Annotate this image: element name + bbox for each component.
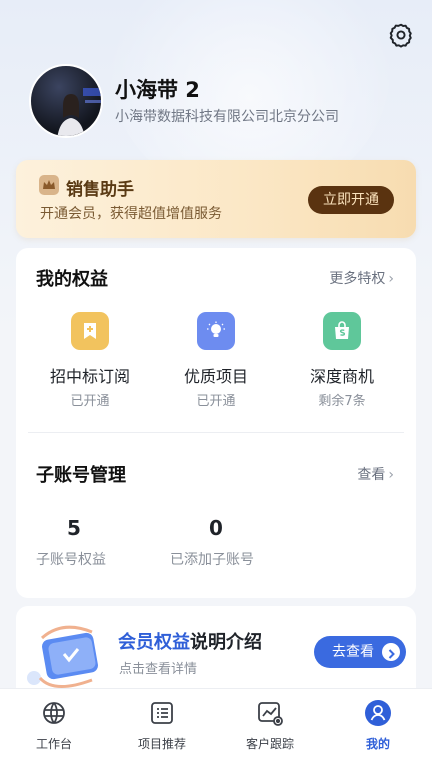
bookmark-plus-icon xyxy=(71,312,109,350)
tab-label: 项目推荐 xyxy=(137,737,186,751)
stat-value: 5 xyxy=(67,516,81,540)
stat-value: 0 xyxy=(209,516,223,540)
user-name: 小海带 2 xyxy=(115,78,200,102)
rights-card: 我的权益 更多特权 › 招中标订阅 已开通 优质项目 已开通 深度商机 剩余7条… xyxy=(16,248,416,598)
gear-icon[interactable] xyxy=(388,22,414,48)
benefit-bid-subscription[interactable]: 招中标订阅 已开通 xyxy=(25,312,155,409)
stat-added-subaccounts: 0 已添加子账号 xyxy=(170,516,262,569)
tab-label: 我的 xyxy=(365,737,390,751)
view-intro-label: 去查看 xyxy=(332,644,374,660)
view-intro-button[interactable]: 去查看 xyxy=(314,636,406,668)
user-icon xyxy=(364,699,392,727)
tab-workbench[interactable]: 工作台 xyxy=(9,699,99,752)
user-company: 小海带数据科技有限公司北京分公司 xyxy=(115,109,339,125)
benefit-deep-opportunities[interactable]: 深度商机 剩余7条 xyxy=(277,312,407,409)
membership-illustration-icon xyxy=(22,618,114,696)
more-privileges-label: 更多特权 xyxy=(329,271,386,287)
stat-subaccount-rights: 5 子账号权益 xyxy=(36,516,112,569)
tab-project-recommend[interactable]: 项目推荐 xyxy=(117,699,207,752)
benefit-status: 已开通 xyxy=(196,394,236,409)
divider xyxy=(28,432,404,433)
tab-label: 客户跟踪 xyxy=(245,737,294,751)
globe-icon xyxy=(40,699,68,727)
list-icon xyxy=(148,699,176,727)
view-label: 查看 xyxy=(357,467,386,483)
vip-title: 销售助手 xyxy=(66,180,134,200)
intro-subtitle: 点击查看详情 xyxy=(119,662,198,677)
benefit-name: 深度商机 xyxy=(309,367,374,386)
subaccount-title: 子账号管理 xyxy=(36,465,126,486)
view-subaccounts-link[interactable]: 查看 › xyxy=(357,464,394,484)
vip-card[interactable]: 销售助手 开通会员，获得超值增值服务 立即开通 xyxy=(16,160,416,238)
bottom-tab-bar: 工作台 项目推荐 客户跟踪 我的 xyxy=(0,688,432,768)
tab-label: 工作台 xyxy=(35,737,72,751)
tab-customer-tracking[interactable]: 客户跟踪 xyxy=(225,699,315,752)
rights-title: 我的权益 xyxy=(36,269,108,290)
crown-icon xyxy=(38,174,60,196)
vip-subtitle: 开通会员，获得超值增值服务 xyxy=(40,206,222,222)
intro-title: 会员权益说明介绍 xyxy=(118,628,262,654)
tab-mine[interactable]: 我的 xyxy=(333,699,423,752)
shopping-bag-icon xyxy=(323,312,361,350)
more-privileges-link[interactable]: 更多特权 › xyxy=(329,268,394,288)
stat-label: 已添加子账号 xyxy=(170,552,254,568)
intro-title-rest: 说明介绍 xyxy=(190,632,262,653)
benefit-quality-projects[interactable]: 优质项目 已开通 xyxy=(151,312,281,409)
chevron-right-icon: › xyxy=(388,271,394,287)
avatar[interactable] xyxy=(29,64,103,138)
stat-label: 子账号权益 xyxy=(36,552,106,568)
arrow-right-circle-icon xyxy=(382,643,400,661)
benefit-name: 招中标订阅 xyxy=(49,367,130,386)
open-vip-button[interactable]: 立即开通 xyxy=(308,186,394,214)
benefit-status: 已开通 xyxy=(70,394,110,409)
chart-eye-icon xyxy=(256,699,284,727)
benefit-status: 剩余7条 xyxy=(318,394,366,409)
chevron-right-icon: › xyxy=(388,467,394,483)
lightbulb-icon xyxy=(197,312,235,350)
intro-title-highlight: 会员权益 xyxy=(118,632,190,653)
benefit-name: 优质项目 xyxy=(183,367,248,386)
